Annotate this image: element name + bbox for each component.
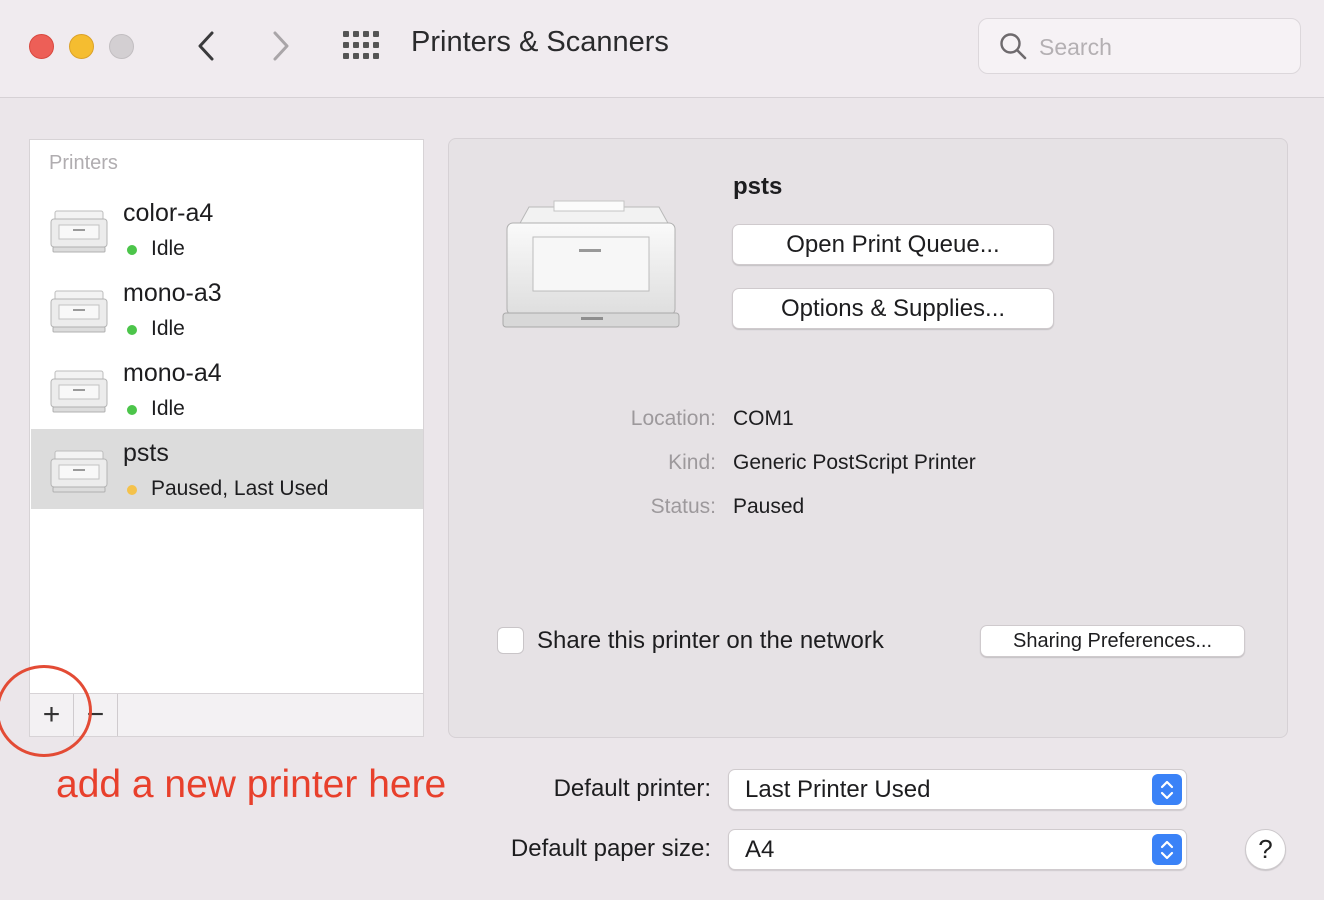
show-all-grid-button[interactable]	[342, 29, 382, 63]
printer-large-icon	[502, 200, 680, 328]
printer-item-psts[interactable]: psts Paused, Last Used	[31, 429, 423, 509]
printer-status: Paused, Last Used	[151, 477, 329, 500]
close-window-button[interactable]	[29, 34, 54, 59]
printer-status: Idle	[151, 317, 185, 340]
chevron-left-icon	[198, 31, 214, 61]
kind-label: Kind:	[668, 451, 716, 474]
title-bar: Printers & Scanners	[0, 0, 1324, 98]
open-print-queue-button[interactable]: Open Print Queue...	[732, 224, 1054, 265]
search-field[interactable]	[978, 18, 1301, 74]
annotation-text: add a new printer here	[56, 763, 447, 806]
status-dot	[127, 405, 137, 415]
printer-icon	[50, 290, 108, 333]
forward-button[interactable]	[263, 28, 299, 64]
printer-item-color-a4[interactable]: color-a4 Idle	[31, 189, 423, 269]
share-printer-label: Share this printer on the network	[537, 627, 884, 654]
printer-name: mono-a3	[123, 279, 222, 307]
printers-header: Printers	[49, 152, 118, 174]
sharing-preferences-button[interactable]: Sharing Preferences...	[980, 625, 1245, 657]
printer-detail-panel: psts Open Print Queue... Options & Suppl…	[448, 138, 1288, 738]
status-value: Paused	[733, 495, 805, 518]
default-printer-label: Default printer:	[553, 775, 711, 802]
window-title: Printers & Scanners	[411, 26, 669, 58]
updown-chevron-icon	[1152, 834, 1182, 865]
location-label: Location:	[630, 407, 716, 430]
default-paper-size-label: Default paper size:	[510, 835, 711, 862]
printer-status: Idle	[151, 397, 185, 420]
updown-chevron-icon	[1152, 774, 1182, 805]
printer-name: color-a4	[123, 199, 214, 227]
status-dot	[127, 245, 137, 255]
status-dot	[127, 325, 137, 335]
status-dot	[127, 485, 137, 495]
search-icon	[1000, 33, 1027, 60]
search-input[interactable]	[1039, 31, 1279, 63]
default-paper-size-select[interactable]: A4	[728, 829, 1187, 870]
printer-list[interactable]: Printers color-a4 Idle mono-a3 Idle mono…	[29, 139, 424, 694]
share-printer-checkbox[interactable]	[497, 627, 524, 654]
printer-icon	[50, 370, 108, 413]
options-supplies-button[interactable]: Options & Supplies...	[732, 288, 1054, 329]
printer-name: psts	[123, 439, 169, 467]
annotation-circle	[0, 665, 92, 757]
default-printer-select[interactable]: Last Printer Used	[728, 769, 1187, 810]
kind-value: Generic PostScript Printer	[733, 451, 976, 474]
default-printer-value: Last Printer Used	[745, 776, 931, 803]
chevron-right-icon	[273, 31, 289, 61]
location-value: COM1	[733, 407, 794, 430]
zoom-window-button[interactable]	[109, 34, 134, 59]
minimize-window-button[interactable]	[69, 34, 94, 59]
printer-name: mono-a4	[123, 359, 222, 387]
selected-printer-name: psts	[733, 173, 783, 200]
help-button[interactable]: ?	[1245, 829, 1286, 870]
back-button[interactable]	[188, 28, 224, 64]
status-label: Status:	[650, 495, 716, 518]
printer-icon	[50, 210, 108, 253]
printer-icon	[50, 450, 108, 493]
default-paper-size-value: A4	[745, 836, 775, 863]
printer-status: Idle	[151, 237, 185, 260]
printer-item-mono-a4[interactable]: mono-a4 Idle	[31, 349, 423, 429]
printer-item-mono-a3[interactable]: mono-a3 Idle	[31, 269, 423, 349]
